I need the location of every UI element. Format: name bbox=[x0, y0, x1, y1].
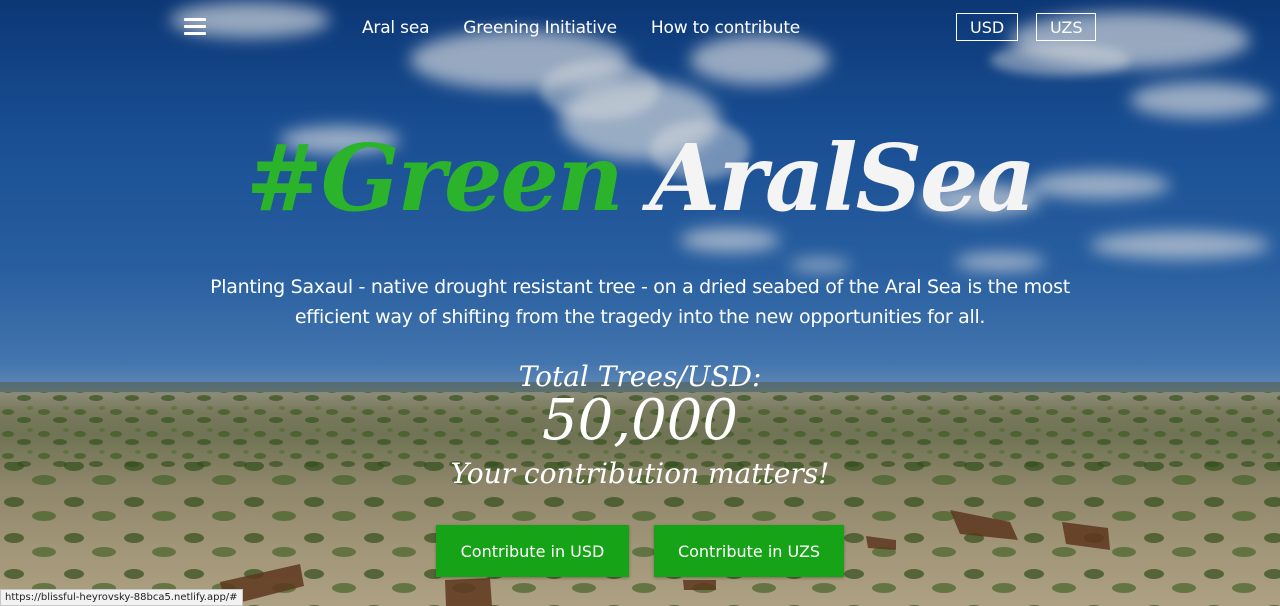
title-white-part: AralSea bbox=[649, 124, 1036, 232]
nav-link-greening-initiative[interactable]: Greening Initiative bbox=[463, 18, 617, 38]
nav-links: Aral sea Greening Initiative How to cont… bbox=[362, 18, 800, 38]
contribute-usd-button[interactable]: Contribute in USD bbox=[436, 525, 629, 577]
total-trees-value: 50,000 bbox=[542, 388, 738, 453]
browser-status-url: https://blissful-heyrovsky-88bca5.netlif… bbox=[0, 589, 243, 606]
contribute-uzs-button[interactable]: Contribute in UZS bbox=[654, 525, 844, 577]
currency-usd-button[interactable]: USD bbox=[956, 13, 1018, 41]
currency-uzs-button[interactable]: UZS bbox=[1036, 13, 1096, 41]
top-nav: Aral sea Greening Initiative How to cont… bbox=[0, 0, 1280, 56]
hero-subtitle: Planting Saxaul - native drought resista… bbox=[210, 276, 1070, 328]
nav-link-how-to-contribute[interactable]: How to contribute bbox=[651, 18, 800, 38]
hero-section: Aral sea Greening Initiative How to cont… bbox=[0, 0, 1280, 606]
title-green-part: #Green bbox=[245, 124, 624, 232]
hamburger-menu-icon[interactable] bbox=[184, 18, 206, 38]
contribution-tagline: Your contribution matters! bbox=[450, 457, 830, 490]
page-title: #Green AralSea bbox=[0, 118, 1280, 239]
nav-link-aral-sea[interactable]: Aral sea bbox=[362, 18, 429, 38]
